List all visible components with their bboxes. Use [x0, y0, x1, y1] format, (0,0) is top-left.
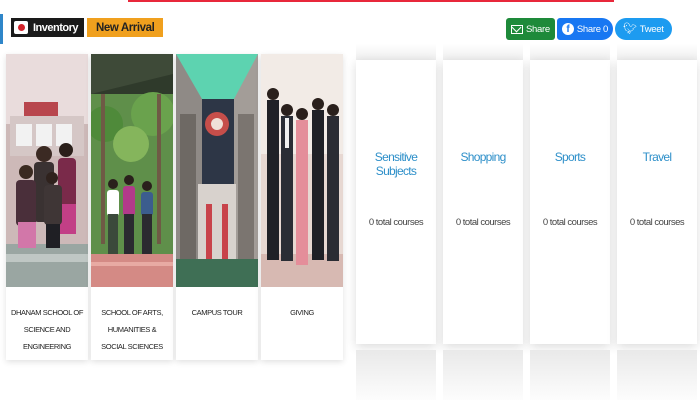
students-photo — [6, 54, 88, 287]
new-arrival-badge[interactable]: New Arrival — [87, 18, 164, 37]
facebook-share-label: Share 0 — [576, 23, 609, 35]
card-caption: CAMPUS TOUR — [191, 308, 243, 317]
email-share-label: Share — [526, 23, 550, 35]
category-course-count: 0 total courses — [542, 217, 598, 228]
card-top-shadow — [443, 44, 523, 60]
campus-tour-card[interactable]: CAMPUS TOUR — [176, 54, 258, 360]
share-bar: Share f Share 0 🐦︎ Tweet — [506, 18, 672, 40]
card-top-shadow — [617, 44, 697, 60]
twitter-share-label: Tweet — [639, 23, 664, 35]
card-top-shadow — [530, 44, 610, 60]
flag-icon — [14, 21, 28, 34]
inventory-label: Inventory — [33, 21, 79, 34]
school-card-arts-humanities[interactable]: SCHOOL OF ARTS, HUMANITIES & SOCIAL SCIE… — [91, 54, 173, 360]
left-accent-bar — [0, 14, 3, 44]
card-top-shadow — [356, 44, 436, 60]
top-red-rule — [128, 0, 614, 2]
card-caption: DHANAM SCHOOL OF SCIENCE AND ENGINEERING — [10, 308, 84, 351]
card-caption: SCHOOL OF ARTS, HUMANITIES & SOCIAL SCIE… — [101, 308, 163, 351]
category-card-sensitive-subjects[interactable]: Sensitive Subjects 0 total courses — [356, 60, 436, 400]
facebook-icon: f — [561, 23, 574, 35]
twitter-bird-icon: 🐦︎ — [623, 22, 637, 35]
giving-card[interactable]: GIVING — [261, 54, 343, 360]
category-card-sports[interactable]: Sports 0 total courses — [530, 60, 610, 400]
category-course-count: 0 total courses — [629, 217, 685, 228]
category-course-count: 0 total courses — [368, 217, 424, 228]
twitter-share-button[interactable]: 🐦︎ Tweet — [615, 18, 672, 40]
campus-photo — [176, 54, 258, 287]
email-share-button[interactable]: Share — [506, 18, 555, 40]
header-badges: Inventory New Arrival — [11, 18, 164, 37]
category-course-count: 0 total courses — [455, 217, 511, 228]
envelope-icon — [511, 24, 523, 34]
new-arrival-label: New Arrival — [96, 21, 155, 34]
category-title: Sports — [554, 150, 586, 164]
students-photo — [91, 54, 173, 287]
category-card-shopping[interactable]: Shopping 0 total courses — [443, 60, 523, 400]
category-card-travel[interactable]: Travel 0 total courses — [617, 60, 697, 400]
inventory-badge[interactable]: Inventory — [11, 18, 85, 37]
category-title: Shopping — [460, 150, 506, 164]
ceremony-photo — [261, 54, 343, 287]
category-title: Sensitive Subjects — [374, 150, 418, 178]
category-title: Travel — [642, 150, 672, 164]
school-card-science-engineering[interactable]: DHANAM SCHOOL OF SCIENCE AND ENGINEERING — [6, 54, 88, 360]
facebook-share-button[interactable]: f Share 0 — [556, 18, 614, 40]
card-caption: GIVING — [290, 308, 314, 317]
